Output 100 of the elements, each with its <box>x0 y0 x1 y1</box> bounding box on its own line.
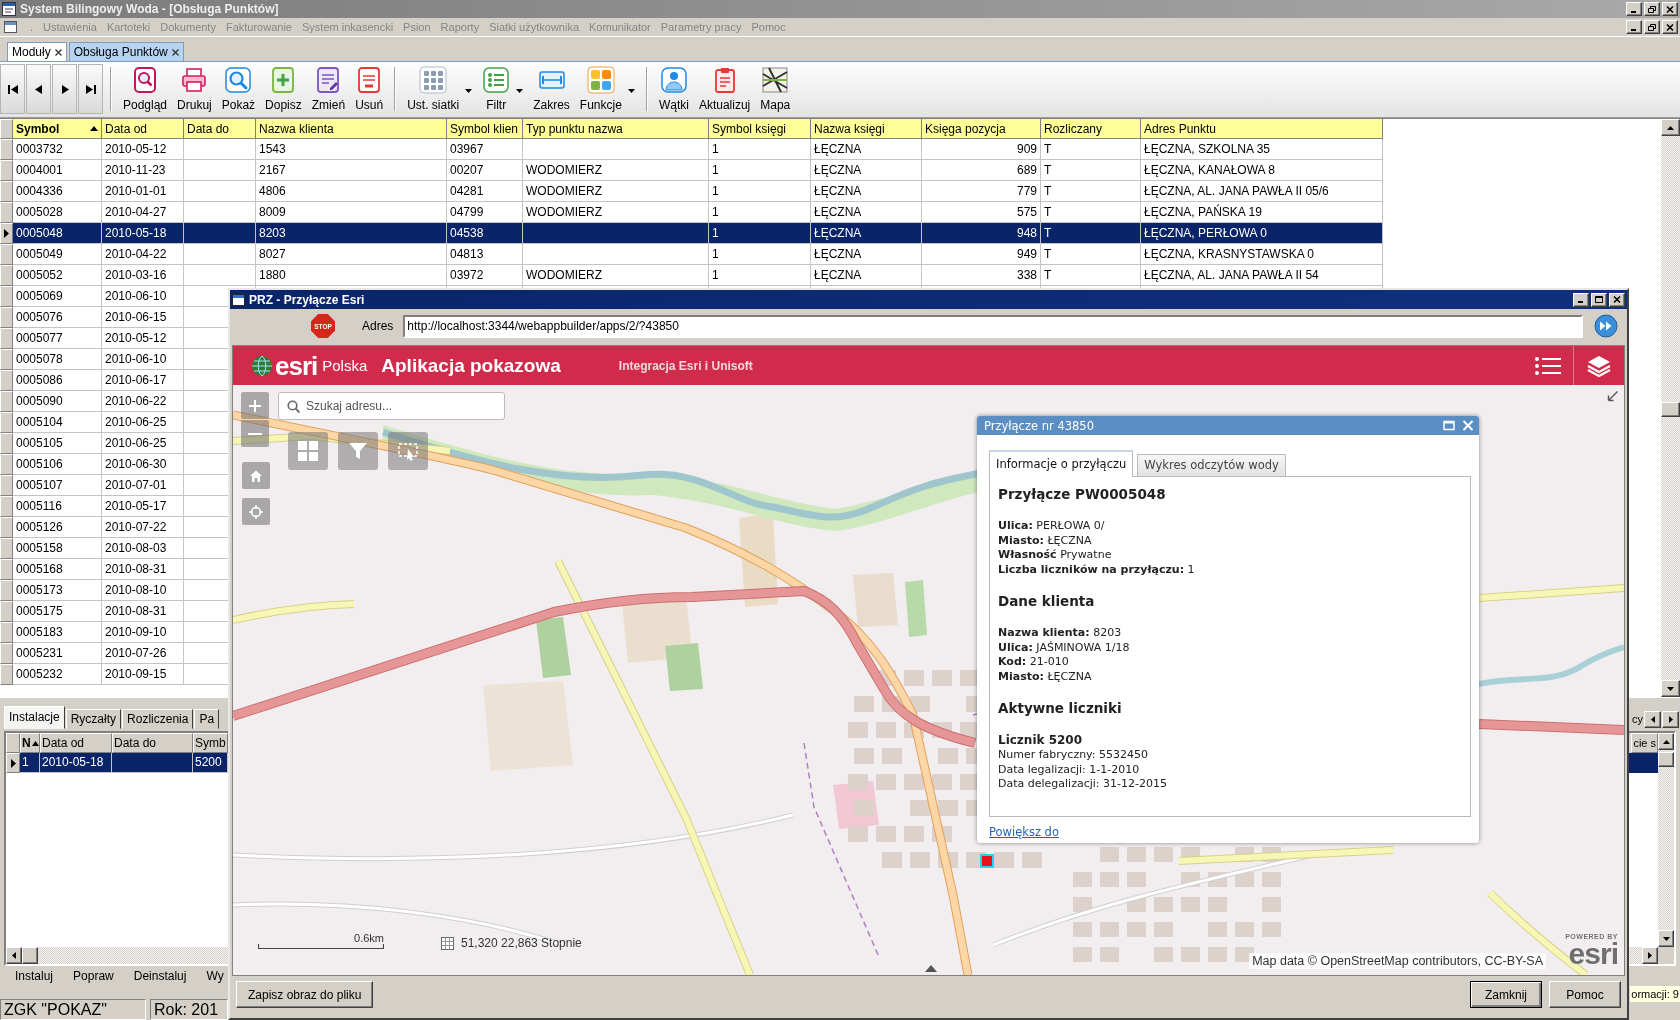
scroll-down-button[interactable] <box>1658 930 1674 947</box>
table-row[interactable]: 0005049 2010-04-22 8027 04813 1 ŁĘCZNA 949 T ŁĘCZNA, KRASNYSTAWSKA 0 <box>0 244 1383 265</box>
column-header[interactable]: Symbol <box>13 119 102 139</box>
delete-button[interactable]: Usuń <box>350 64 389 114</box>
tab[interactable]: Moduły <box>7 42 67 61</box>
column-header[interactable]: N <box>20 733 40 753</box>
close-button[interactable] <box>1662 20 1678 34</box>
maximize-icon[interactable] <box>1443 420 1455 431</box>
table-row[interactable]: 0003732 2010-05-12 1543 03967 1 ŁĘCZNA 909 T ŁĘCZNA, SZKOLNA 35 <box>0 139 1383 160</box>
column-header[interactable]: Data do <box>112 733 193 753</box>
table-cell: 2010-01-01 <box>102 181 184 202</box>
column-header[interactable]: Data od <box>40 733 112 753</box>
add-button[interactable]: Dopisz <box>260 64 307 114</box>
edit-button[interactable]: Zmień <box>306 64 351 114</box>
action-button[interactable]: Deinstaluj <box>133 968 187 983</box>
filter-button[interactable] <box>338 432 378 470</box>
close-icon[interactable] <box>54 48 62 56</box>
action-button[interactable]: Popraw <box>73 968 114 983</box>
go-button[interactable] <box>1594 314 1619 338</box>
tab[interactable]: Pa <box>194 709 220 729</box>
last-record-button[interactable] <box>78 64 103 114</box>
scroll-right-button[interactable] <box>1642 947 1658 964</box>
column-header[interactable]: Rozliczany <box>1041 119 1141 139</box>
column-header[interactable]: Nazwa klienta <box>256 119 447 139</box>
column-header[interactable]: Adres Punktu <box>1141 119 1383 139</box>
tab[interactable]: cy <box>1632 710 1644 729</box>
first-record-button[interactable] <box>0 64 25 114</box>
zoom-out-button[interactable] <box>241 420 269 447</box>
scroll-down-button[interactable] <box>1661 680 1680 697</box>
column-header[interactable]: Księga pozycja <box>922 119 1041 139</box>
column-header[interactable]: Symbol klien <box>447 119 523 139</box>
refresh-button[interactable]: Aktualizuj <box>693 64 756 114</box>
grid-settings-button[interactable]: Ust. siatki <box>402 64 478 114</box>
table-cell: 2010-05-18 <box>40 753 112 773</box>
select-button[interactable] <box>388 432 428 470</box>
widgets-button[interactable] <box>288 432 328 470</box>
address-field[interactable]: http://localhost:3344/webappbuilder/apps/2/?43850 <box>403 314 1584 338</box>
action-button[interactable]: Instaluj <box>15 968 54 983</box>
threads-button[interactable]: Wątki <box>653 64 694 114</box>
table-cell: 2010-07-01 <box>102 475 184 496</box>
tab[interactable]: Wykres odczytów wody <box>1137 454 1286 476</box>
tab[interactable]: Obsługa Punktów <box>68 42 184 61</box>
close-button[interactable] <box>1662 2 1678 16</box>
close-icon[interactable] <box>171 48 179 56</box>
restore-button[interactable] <box>1644 20 1660 34</box>
scroll-up-button[interactable] <box>1661 119 1680 136</box>
scroll-left-button[interactable] <box>1644 711 1661 728</box>
functions-button[interactable]: Funkcje <box>574 64 640 114</box>
scrollbar-thumb[interactable] <box>1658 752 1674 767</box>
show-button[interactable]: Pokaż <box>216 64 261 114</box>
tab[interactable]: Informacje o przyłączu <box>989 450 1134 477</box>
row-header[interactable] <box>6 753 20 773</box>
column-header[interactable]: Symb <box>193 733 228 753</box>
action-button[interactable]: Wy <box>206 968 224 983</box>
column-header[interactable]: cie s <box>1631 733 1658 753</box>
close-button[interactable]: Zamknij <box>1470 981 1542 1008</box>
scroll-up-button[interactable] <box>1658 733 1674 750</box>
layers-icon[interactable] <box>1586 353 1612 378</box>
maximize-button[interactable] <box>1591 292 1607 307</box>
next-record-button[interactable] <box>52 64 77 114</box>
table-row[interactable]: 0005048 2010-05-18 8203 04538 1 ŁĘCZNA 948 T ŁĘCZNA, PERŁOWA 0 <box>0 223 1383 244</box>
table-row[interactable]: 0004001 2010-11-23 2167 00207 WODOMIERZ 1 ŁĘCZNA 689 T ŁĘCZNA, KANAŁOWA 8 <box>0 160 1383 181</box>
scrollbar-thumb[interactable] <box>1661 402 1680 417</box>
grid-square-icon[interactable] <box>441 936 454 950</box>
print-button[interactable]: Drukuj <box>172 64 217 114</box>
minimize-button[interactable] <box>1626 20 1642 34</box>
tab[interactable]: Instalacje <box>4 706 65 729</box>
table-cell: 949 <box>922 244 1041 265</box>
diagonal-arrow-icon[interactable] <box>1607 390 1619 402</box>
range-button[interactable]: Zakres <box>528 64 575 114</box>
column-header[interactable]: Symbol księgi <box>709 119 811 139</box>
restore-button[interactable] <box>1644 2 1660 16</box>
row-header[interactable] <box>0 223 13 244</box>
zoom-in-button[interactable] <box>241 392 269 419</box>
close-button[interactable] <box>1609 292 1625 307</box>
scroll-right-button[interactable] <box>1662 711 1679 728</box>
column-header[interactable]: Nazwa księgi <box>811 119 922 139</box>
minimize-button[interactable] <box>1626 2 1642 16</box>
document-icon[interactable] <box>4 21 17 33</box>
tab[interactable]: Ryczałty <box>65 709 122 729</box>
table-row[interactable]: 0005052 2010-03-16 1880 03972 WODOMIERZ 1 ŁĘCZNA 338 T ŁĘCZNA, AL. JANA PAWŁA II 54 <box>0 265 1383 286</box>
zoom-link[interactable]: Powiększ do <box>989 825 1059 840</box>
table-row[interactable]: 0004336 2010-01-01 4806 04281 WODOMIERZ 1 ŁĘCZNA 779 T ŁĘCZNA, AL. JANA PAWŁA II 05/6 <box>0 181 1383 202</box>
square-marker-icon[interactable] <box>980 854 994 868</box>
scroll-left-button[interactable] <box>6 947 22 964</box>
filter-button[interactable]: Filtr <box>477 64 529 114</box>
column-header[interactable]: Data do <box>184 119 256 139</box>
bulleted-list-icon[interactable] <box>1534 354 1561 377</box>
minimize-button[interactable] <box>1573 292 1589 307</box>
scrollbar-thumb[interactable] <box>22 947 38 964</box>
column-header[interactable]: Typ punktu nazwa <box>523 119 709 139</box>
previous-record-button[interactable] <box>26 64 51 114</box>
help-button[interactable]: Pomoc <box>1549 981 1621 1008</box>
column-header[interactable]: Data od <box>102 119 184 139</box>
search-field[interactable]: Szukaj adresu... <box>278 392 505 420</box>
scrollbar-track[interactable] <box>1661 119 1680 697</box>
tab[interactable]: Rozliczenia <box>122 709 194 729</box>
save-image-button[interactable]: Zapisz obraz do pliku <box>236 981 374 1008</box>
preview-button[interactable]: Podgląd <box>118 64 173 114</box>
map-button[interactable]: Mapa <box>755 64 796 114</box>
